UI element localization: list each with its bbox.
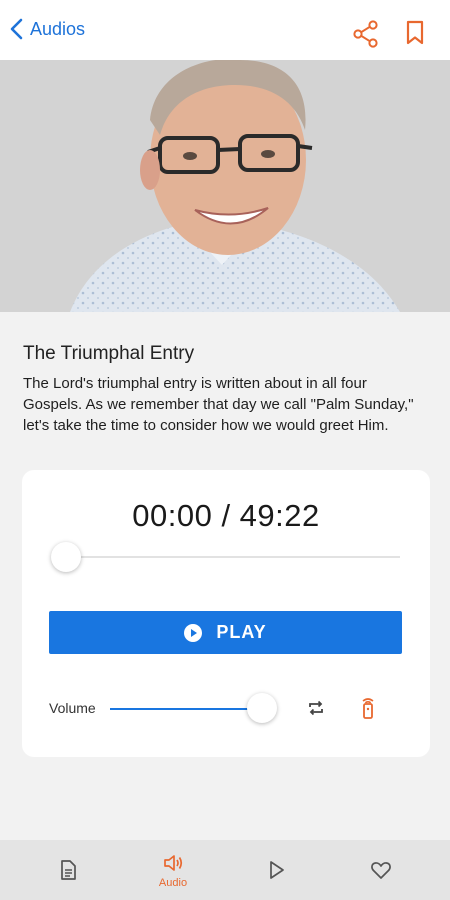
play-label: PLAY xyxy=(216,622,267,642)
volume-label: Volume xyxy=(49,700,96,716)
tab-document[interactable] xyxy=(18,840,118,900)
tab-audio[interactable]: Audio xyxy=(123,840,223,900)
remote-icon[interactable] xyxy=(359,696,377,720)
volume-track[interactable] xyxy=(110,708,260,710)
seek-thumb[interactable] xyxy=(51,542,81,572)
bookmark-icon[interactable] xyxy=(404,20,426,46)
share-icon[interactable] xyxy=(353,20,379,48)
play-circle-icon xyxy=(184,623,203,642)
seek-track[interactable] xyxy=(66,556,400,558)
speaker-icon xyxy=(164,855,183,871)
play-button[interactable]: PLAY xyxy=(49,611,402,654)
audio-description: The Lord's triumphal entry is written ab… xyxy=(23,375,414,434)
chevron-left-icon xyxy=(10,18,23,40)
time-display: 00:00 / 49:22 xyxy=(132,498,320,533)
audio-title: The Triumphal Entry xyxy=(23,343,195,364)
audio-player-card: 00:00 / 49:22 PLAY Volume xyxy=(22,470,430,757)
tab-audio-label: Audio xyxy=(158,877,188,889)
back-button[interactable]: Audios xyxy=(8,18,85,40)
speaker-photo xyxy=(0,60,450,312)
tab-play[interactable] xyxy=(226,840,326,900)
repeat-icon[interactable] xyxy=(306,698,326,718)
tab-favorites[interactable] xyxy=(331,840,431,900)
top-bar: Audios xyxy=(0,0,450,60)
document-icon xyxy=(61,860,76,880)
back-label: Audios xyxy=(30,18,86,39)
bottom-tab-bar: Audio xyxy=(0,840,450,900)
heart-icon xyxy=(371,862,391,879)
play-icon xyxy=(270,861,284,879)
volume-thumb[interactable] xyxy=(247,693,277,723)
